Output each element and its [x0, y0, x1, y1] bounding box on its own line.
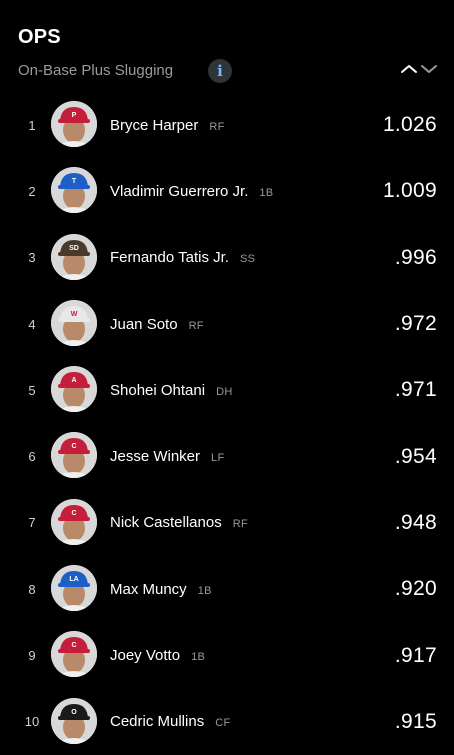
player-avatar: A [51, 366, 97, 413]
player-avatar: C [51, 498, 97, 545]
player-name[interactable]: Joey Votto [110, 647, 180, 664]
player-avatar: W [51, 299, 97, 346]
player-headshot: LA [51, 565, 97, 612]
svg-text:A: A [71, 377, 76, 384]
player-name[interactable]: Cedric Mullins [110, 713, 204, 730]
leaderboard-header: OPS On-Base Plus Slugging i [0, 0, 454, 92]
player-row[interactable]: 7 C Nick Castellanos RF .948 [0, 490, 454, 556]
player-headshot: C [51, 498, 97, 545]
player-name[interactable]: Juan Soto [110, 316, 178, 333]
player-avatar: P [51, 101, 97, 147]
svg-text:O: O [71, 709, 77, 716]
svg-text:W: W [71, 311, 78, 318]
player-avatar: C [51, 631, 97, 678]
svg-text:SD: SD [69, 245, 79, 252]
player-name-group: Shohei Ohtani DH [110, 382, 233, 399]
stat-value: .948 [394, 510, 437, 534]
chevron-down-icon [421, 65, 437, 73]
player-name[interactable]: Vladimir Guerrero Jr. [110, 183, 248, 200]
stat-value: .971 [394, 378, 437, 402]
player-name[interactable]: Jesse Winker [110, 448, 200, 465]
stat-value: .920 [394, 577, 437, 601]
stat-value: .996 [394, 245, 437, 269]
stat-value: .917 [394, 643, 437, 667]
player-avatar: C [51, 432, 97, 479]
player-position: RF [188, 319, 204, 332]
player-name[interactable]: Nick Castellanos [110, 514, 222, 531]
player-row[interactable]: 6 C Jesse Winker LF .954 [0, 423, 454, 489]
player-headshot: W [51, 299, 97, 346]
player-name-group: Juan Soto RF [110, 316, 204, 333]
player-name[interactable]: Shohei Ohtani [110, 382, 205, 399]
player-headshot: SD [51, 233, 97, 280]
player-avatar: LA [51, 565, 97, 612]
player-headshot: C [51, 432, 97, 479]
player-name[interactable]: Bryce Harper [110, 117, 198, 134]
player-row[interactable]: 8 LA Max Muncy 1B .920 [0, 556, 454, 622]
player-position: CF [215, 717, 231, 730]
player-name-group: Cedric Mullins CF [110, 713, 230, 730]
player-headshot: A [51, 366, 97, 413]
player-headshot: T [51, 167, 97, 214]
leaderboard-list: 1 P Bryce Harper RF 1.026 2 T Vladimir Guerrero… [0, 92, 454, 755]
player-row[interactable]: 3 SD Fernando Tatis Jr. SS .996 [0, 225, 454, 291]
player-headshot: O [51, 697, 97, 744]
player-position: 1B [259, 186, 274, 199]
svg-text:C: C [71, 510, 76, 517]
player-headshot: P [51, 101, 97, 147]
svg-text:P: P [72, 112, 77, 119]
player-row[interactable]: 5 A Shohei Ohtani DH .971 [0, 357, 454, 423]
player-position: SS [239, 253, 256, 266]
player-row[interactable]: 2 T Vladimir Guerrero Jr. 1B 1.009 [0, 158, 454, 224]
player-name-group: Max Muncy 1B [110, 581, 212, 598]
player-row[interactable]: 10 O Cedric Mullins CF .915 [0, 689, 454, 755]
player-name-group: Fernando Tatis Jr. SS [110, 249, 255, 266]
stat-description: On-Base Plus Slugging [18, 62, 174, 79]
player-name-group: Vladimir Guerrero Jr. 1B [110, 183, 273, 200]
stat-value: 1.026 [382, 113, 437, 137]
svg-text:C: C [71, 443, 76, 450]
stat-value: .954 [394, 444, 437, 468]
svg-text:T: T [72, 178, 77, 185]
player-row[interactable]: 4 W Juan Soto RF .972 [0, 291, 454, 357]
stat-value: .915 [394, 709, 437, 733]
player-position: RF [209, 120, 225, 133]
player-avatar: T [51, 167, 97, 214]
sort-toggle-button[interactable] [400, 59, 440, 79]
player-name-group: Bryce Harper RF [110, 117, 225, 134]
player-name[interactable]: Fernando Tatis Jr. [110, 249, 229, 266]
info-icon[interactable]: i [208, 59, 232, 83]
stat-value: 1.009 [382, 179, 437, 203]
chevron-up-icon [401, 65, 417, 73]
stat-value: .972 [394, 312, 437, 336]
player-position: RF [232, 518, 248, 531]
player-position: DH [216, 385, 233, 398]
player-avatar: O [51, 697, 97, 744]
player-position: LF [211, 452, 225, 465]
player-row[interactable]: 1 P Bryce Harper RF 1.026 [0, 92, 454, 158]
player-name-group: Nick Castellanos RF [110, 514, 248, 531]
player-headshot: C [51, 631, 97, 678]
svg-text:C: C [71, 642, 76, 649]
player-name-group: Jesse Winker LF [110, 448, 224, 465]
player-position: 1B [191, 651, 206, 664]
player-position: 1B [197, 584, 212, 597]
player-row[interactable]: 9 C Joey Votto 1B .917 [0, 622, 454, 688]
svg-text:LA: LA [69, 576, 78, 583]
player-name-group: Joey Votto 1B [110, 647, 205, 664]
player-name[interactable]: Max Muncy [110, 581, 187, 598]
player-avatar: SD [51, 233, 97, 280]
page-title: OPS [18, 26, 61, 48]
